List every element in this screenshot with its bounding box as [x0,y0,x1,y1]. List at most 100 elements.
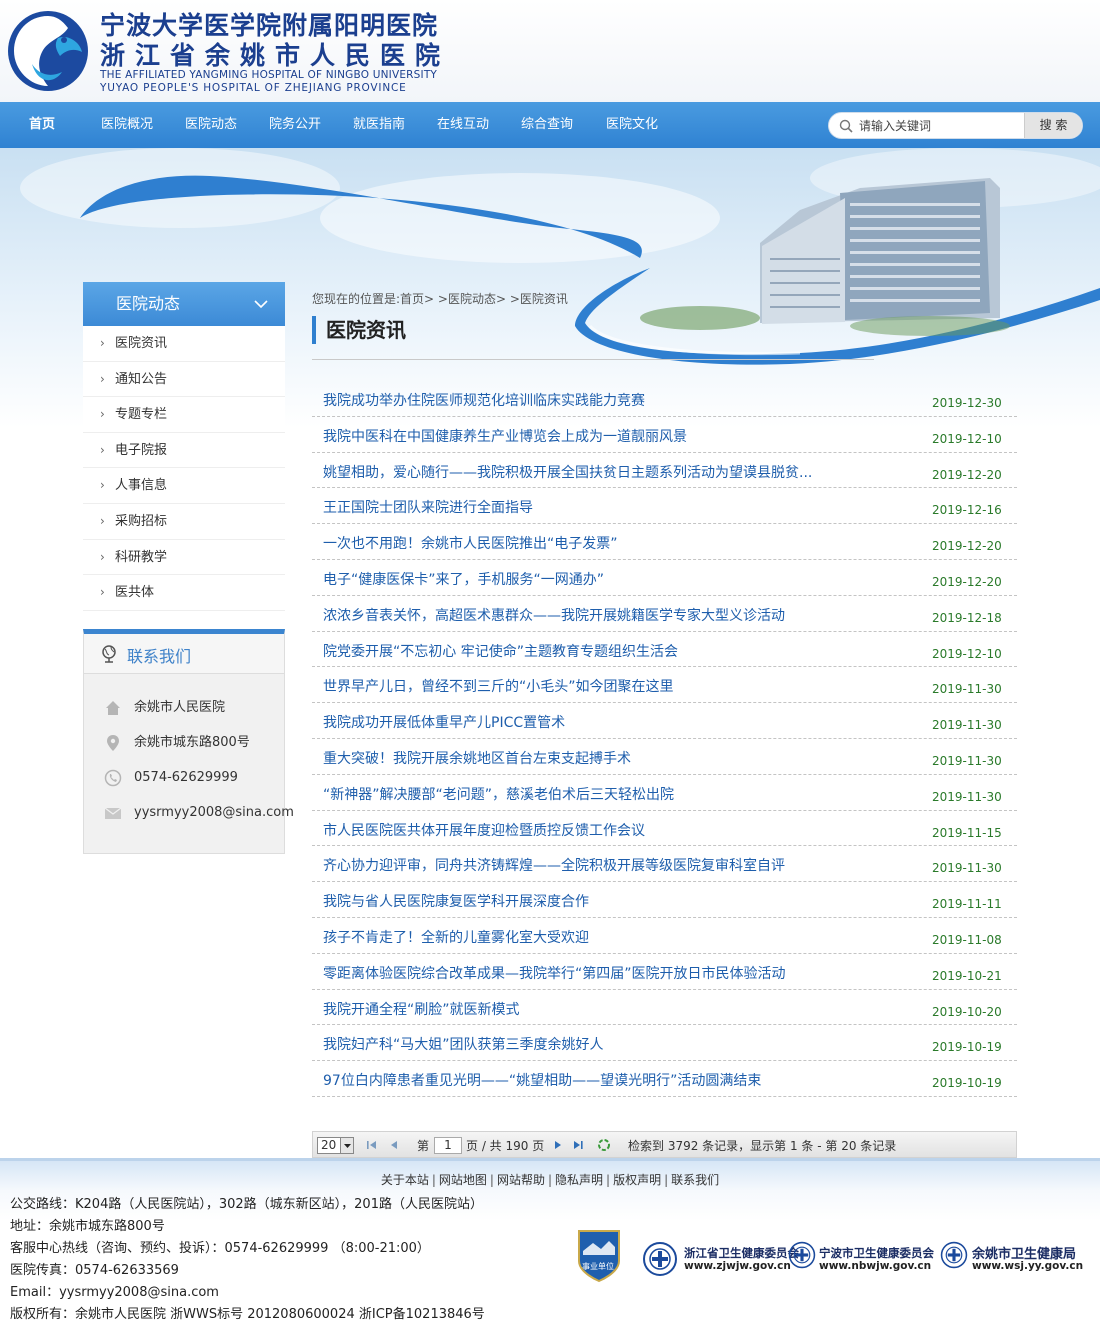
news-title-link[interactable]: 我院成功举办住院医师规范化培训临床实践能力竞赛 [323,390,645,410]
list-item: 我院成功开展低体重早产儿PICC置管术 2019-11-30 [312,703,1017,739]
chevron-right-icon: › [100,478,105,493]
contact-name: 余姚市人民医院 [134,700,226,715]
home-icon [106,701,120,715]
news-title-link[interactable]: 世界早产儿日，曾经不到三斤的“小毛头”如今团聚在这里 [323,676,674,696]
news-title-link[interactable]: 市人民医院医共体开展年度迎检暨质控反馈工作会议 [323,820,645,840]
contact-email[interactable]: yysrmyy2008@sina.com [134,805,294,820]
nav-item-home[interactable]: 首页 [14,102,70,148]
news-title-link[interactable]: 院党委开展“不忘初心 牢记使命”主题教育专题组织生活会 [323,641,678,661]
footer-fax: 医院传真：0574-62633569 [10,1263,179,1278]
news-date: 2019-12-20 [932,539,1002,554]
news-title-link[interactable]: 零距离体验医院综合改革成果—我院举行“第四届”医院开放日市民体验活动 [323,963,786,983]
news-date: 2019-12-16 [932,503,1002,518]
health-bureau-emblem-icon [940,1241,968,1269]
list-item: 我院妇产科“马大姐”团队获第三季度余姚好人 2019-10-19 [312,1025,1017,1062]
page-size-select[interactable]: 20 [317,1137,354,1154]
last-page-icon[interactable] [571,1138,585,1152]
page-number-input[interactable]: 1 [434,1137,462,1154]
sidebar-item-research[interactable]: › 科研教学 [83,539,285,576]
news-date: 2019-11-30 [932,718,1002,733]
sidebar-title[interactable]: 医院动态 [83,282,285,326]
footer-link-contact[interactable]: 联系我们 [671,1173,719,1187]
news-title-link[interactable]: 我院与省人民医院康复医学科开展深度合作 [323,891,589,911]
news-title-link[interactable]: 我院中医科在中国健康养生产业博览会上成为一道靓丽风景 [323,426,687,446]
footer-link-sitemap[interactable]: 网站地图 [439,1173,487,1187]
sidebar-item-topics[interactable]: › 专题专栏 [83,397,285,433]
nav-item-news[interactable]: 医院动态 [181,102,241,148]
footer-link-help[interactable]: 网站帮助 [497,1173,545,1187]
chevron-right-icon: › [100,407,105,422]
nav-item-interaction[interactable]: 在线互动 [433,102,493,148]
news-title-link[interactable]: 重大突破！我院开展余姚地区首台左束支起搏手术 [323,748,631,768]
org-name: 宁波市卫生健康委员会 [819,1246,934,1260]
news-title-link[interactable]: 一次也不用跑！余姚市人民医院推出“电子发票” [323,533,618,553]
sidebar-item-label: 专题专栏 [115,407,168,423]
footer-link-about[interactable]: 关于本站 [381,1173,429,1187]
list-item: 姚望相助，爱心随行——我院积极开展全国扶贫日主题系列活动为望谟县脱贫... 201… [312,453,1017,489]
nav-item-culture[interactable]: 医院文化 [602,102,662,148]
pagination-summary: 检索到 3792 条记录，显示第 1 条 - 第 20 条记录 [628,1139,897,1153]
sidebar-item-personnel[interactable]: › 人事信息 [83,468,285,504]
page-total-label: 页 / 共 190 页 [466,1139,545,1153]
sidebar-item-notices[interactable]: › 通知公告 [83,361,285,398]
list-item: 电子“健康医保卡”来了，手机服务“一网通办” 2019-12-20 [312,560,1017,596]
news-title-link[interactable]: 我院妇产科“马大姐”团队获第三季度余姚好人 [323,1034,604,1054]
news-list: 我院成功举办住院医师规范化培训临床实践能力竞赛 2019-12-30 我院中医科在… [312,381,1017,1097]
list-item: 我院开通全程“刷脸”就医新模式 2019-10-20 [312,990,1017,1026]
sidebar-item-e-newspaper[interactable]: › 电子院报 [83,432,285,469]
news-date: 2019-10-19 [932,1040,1002,1055]
sidebar-item-procurement[interactable]: › 采购招标 [83,503,285,540]
public-institution-badge[interactable]: 事业单位 [575,1227,623,1283]
footer-bus-routes: 公交路线：K204路（人民医院站），302路（城东新区站），201路（人民医院站… [10,1197,483,1212]
footer-email: Email：yysrmyy2008@sina.com [10,1285,219,1300]
nav-item-query[interactable]: 综合查询 [517,102,577,148]
news-title-link[interactable]: 97位白内障患者重见光明——“姚望相助——望谟光明行”活动圆满结束 [323,1070,761,1090]
chevron-right-icon: › [100,549,105,564]
footer-address: 地址：余姚市城东路800号 [10,1219,165,1234]
sidebar-menu: › 医院资讯 › 通知公告 › 专题专栏 › 电子院报 › 人事信息 › 采购招标 › 科研教… [83,326,285,611]
nav-item-overview[interactable]: 医院概况 [97,102,157,148]
news-title-link[interactable]: 孩子不肯走了！全新的儿童雾化室大受欢迎 [323,927,589,947]
footer-link-privacy[interactable]: 隐私声明 [555,1173,603,1187]
news-date: 2019-11-15 [932,825,1002,840]
news-title-link[interactable]: 姚望相助，爱心随行——我院积极开展全国扶贫日主题系列活动为望谟县脱贫... [323,462,812,482]
news-title-link[interactable]: 王正国院士团队来院进行全面指导 [323,497,533,517]
first-page-icon[interactable] [365,1138,379,1152]
news-title-link[interactable]: 浓浓乡音表关怀，高超医术惠群众——我院开展姚籍医学专家大型义诊活动 [323,605,785,625]
contact-phone: 0574-62629999 [134,770,238,785]
list-item: 孩子不肯走了！全新的儿童雾化室大受欢迎 2019-11-08 [312,918,1017,954]
page-title: 医院资讯 [312,316,406,344]
shield-icon [578,1230,620,1283]
main-nav: 首页 医院概况 医院动态 院务公开 就医指南 在线互动 综合查询 医院文化 搜 … [0,102,1100,148]
search-input[interactable] [859,113,1049,138]
news-date: 2019-11-30 [932,789,1002,804]
sidebar-item-medical-community[interactable]: › 医共体 [83,575,285,611]
list-item: 我院成功举办住院医师规范化培训临床实践能力竞赛 2019-12-30 [312,381,1017,417]
breadcrumb[interactable]: 您现在的位置是:首页> >医院动态> >医院资讯 [312,290,568,307]
sidebar-item-hospital-news[interactable]: › 医院资讯 [83,326,285,362]
refresh-icon[interactable] [597,1138,611,1152]
news-title-link[interactable]: 齐心协力迎评审，同舟共济铸辉煌——全院积极开展等级医院复审科室自评 [323,855,785,875]
chevron-right-icon: › [100,371,105,386]
footer-link-copyright[interactable]: 版权声明 [613,1173,661,1187]
news-title-link[interactable]: 电子“健康医保卡”来了，手机服务“一网通办” [323,569,604,589]
next-page-icon[interactable] [551,1138,565,1152]
news-date: 2019-12-20 [932,574,1002,589]
nav-item-guide[interactable]: 就医指南 [349,102,409,148]
list-item: 浓浓乡音表关怀，高超医术惠群众——我院开展姚籍医学专家大型义诊活动 2019-12… [312,596,1017,632]
chevron-right-icon: › [100,336,105,350]
hospital-logo[interactable] [2,8,94,94]
previous-page-icon[interactable] [387,1138,401,1152]
news-title-link[interactable]: 我院开通全程“刷脸”就医新模式 [323,999,520,1019]
org-url: www.wsj.yy.gov.cn [972,1260,1084,1272]
search-button[interactable]: 搜 索 [1024,113,1082,138]
news-date: 2019-10-21 [932,968,1002,983]
news-date: 2019-12-10 [932,431,1002,446]
news-title-link[interactable]: 我院成功开展低体重早产儿PICC置管术 [323,712,565,732]
news-date: 2019-11-30 [932,682,1002,697]
hospital-name-cn-2: 浙江省余姚市人民医院 [100,41,451,70]
news-title-link[interactable]: “新神器”解决腰部“老问题”，慈溪老伯术后三天轻松出院 [323,784,674,804]
nav-item-affairs[interactable]: 院务公开 [265,102,325,148]
org-name: 浙江省卫生健康委员会 [684,1246,799,1260]
sidebar-title-label: 医院动态 [116,294,181,313]
